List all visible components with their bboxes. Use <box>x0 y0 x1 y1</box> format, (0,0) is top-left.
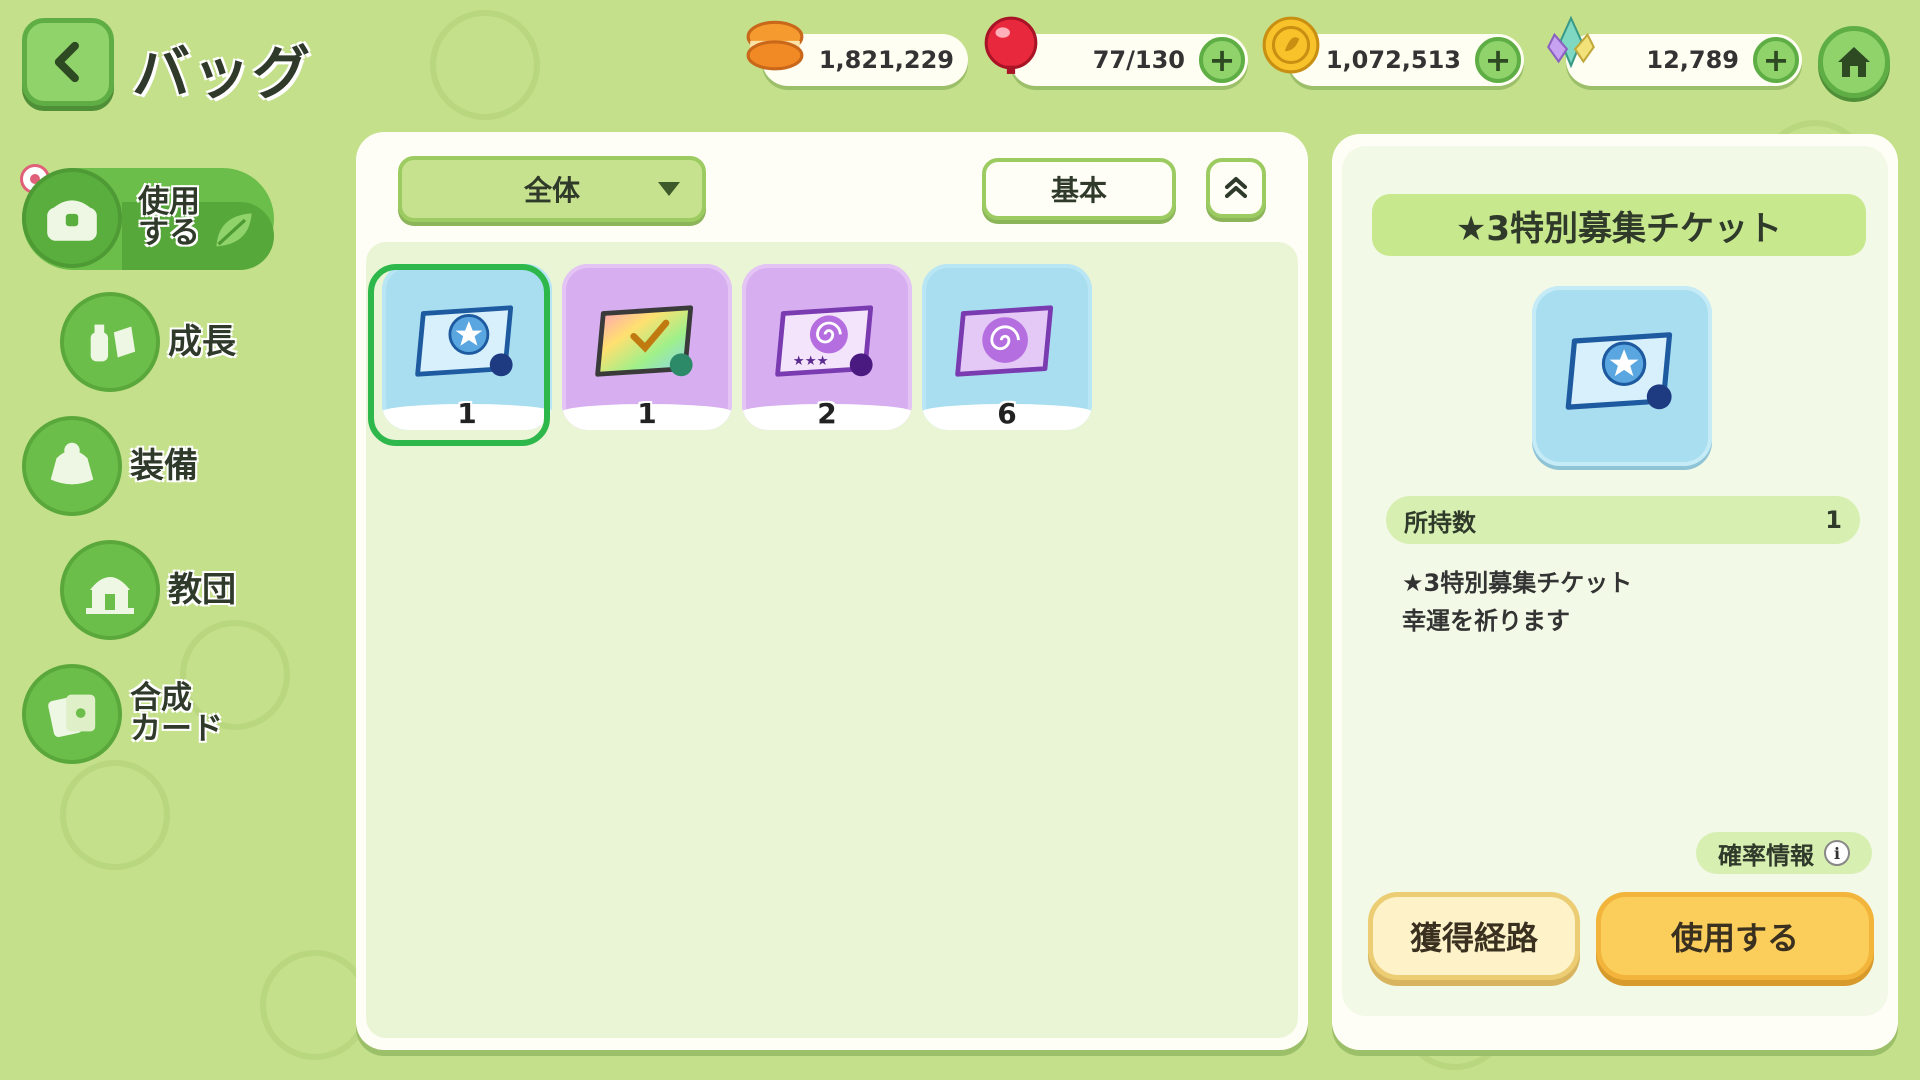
probability-info-button[interactable]: 確率情報 i <box>1696 832 1872 874</box>
detail-item-image <box>1532 286 1712 466</box>
info-icon: i <box>1824 840 1850 866</box>
selection-frame <box>368 264 550 446</box>
home-button[interactable] <box>1818 26 1890 98</box>
rainbow-ticket-icon <box>595 305 694 377</box>
sidebar-item-label: 使用 <box>138 184 200 220</box>
sidebar-item-label: 合成 <box>130 680 192 716</box>
owned-count-row: 所持数 1 <box>1386 496 1860 544</box>
item-count: 6 <box>997 397 1017 430</box>
back-arrow-icon <box>54 41 79 83</box>
potion-icon <box>60 292 160 392</box>
resource-gold: 1,072,513 + <box>1288 34 1524 86</box>
svg-text:★★★: ★★★ <box>793 354 829 369</box>
candy-icon <box>984 16 1038 74</box>
sort-button[interactable]: 基本 <box>982 158 1176 220</box>
sidebar-item-growth[interactable]: 成長 <box>60 292 236 392</box>
sidebar-item-use[interactable]: 使用 する <box>22 168 256 268</box>
star-ticket-icon <box>1565 332 1673 410</box>
sidebar-item-label: する <box>138 215 200 251</box>
item-description: ★3特別募集チケット 幸運を祈ります <box>1402 564 1852 640</box>
macaron-count: 1,821,229 <box>818 46 954 74</box>
gold-count: 1,072,513 <box>1325 46 1461 74</box>
add-stamina-button[interactable]: + <box>1199 37 1245 83</box>
spiral-star-ticket-icon: ★★★ <box>775 305 874 377</box>
page-title: バッグ <box>132 39 313 107</box>
description-line: 幸運を祈ります <box>1402 607 1570 635</box>
sidebar-item-label: 教団 <box>168 570 236 610</box>
resource-stamina: 77/130 + <box>1010 34 1248 86</box>
armor-icon <box>22 416 122 516</box>
stamina-count: 77/130 <box>1092 46 1185 74</box>
sidebar-item-church[interactable]: 教団 <box>60 540 236 640</box>
probability-label: 確率情報 <box>1718 841 1814 870</box>
temple-icon <box>60 540 160 640</box>
home-icon <box>1838 47 1870 77</box>
sort-label: 基本 <box>1050 174 1107 207</box>
spiral-ticket-icon <box>955 305 1054 377</box>
item-slot-rainbow-ticket[interactable]: 1 <box>562 264 732 430</box>
crystal-count: 12,789 <box>1646 46 1739 74</box>
use-item-button[interactable]: 使用する <box>1596 892 1874 980</box>
owned-label: 所持数 <box>1404 508 1476 537</box>
macaron-icon <box>746 20 804 71</box>
add-crystal-button[interactable]: + <box>1753 37 1799 83</box>
chest-icon <box>22 168 122 268</box>
item-slot-spiral-star-ticket[interactable]: ★★★ 2 <box>742 264 912 430</box>
item-count: 1 <box>637 397 657 430</box>
sidebar-item-label: 成長 <box>168 322 236 362</box>
sidebar-item-synthesis-card[interactable]: 合成 カード <box>22 664 223 764</box>
sidebar-item-label: カード <box>130 711 223 747</box>
item-slot-spiral-ticket[interactable]: 6 <box>922 264 1092 430</box>
double-chevron-up-icon <box>1225 177 1247 198</box>
crystal-icon <box>1547 15 1595 69</box>
item-count: 2 <box>817 397 837 430</box>
chevron-down-icon <box>658 182 680 196</box>
card-icon <box>22 664 122 764</box>
item-detail-panel: ★3特別募集チケット 所持数 1 ★3特別募集チケット 幸運を祈ります 確率情報… <box>1332 134 1898 1050</box>
leaf-icon <box>216 213 252 247</box>
sidebar-item-equipment[interactable]: 装備 <box>22 416 198 516</box>
owned-value: 1 <box>1825 506 1842 534</box>
sidebar-item-label: 装備 <box>130 446 198 486</box>
gold-coin-icon <box>1262 16 1320 74</box>
category-filter-dropdown[interactable]: 全体 <box>398 156 706 222</box>
acquisition-route-button[interactable]: 獲得経路 <box>1368 892 1580 980</box>
sort-order-button[interactable] <box>1206 158 1266 218</box>
back-button[interactable] <box>22 18 114 106</box>
description-line: ★3特別募集チケット <box>1402 569 1633 597</box>
add-gold-button[interactable]: + <box>1475 37 1521 83</box>
detail-title: ★3特別募集チケット <box>1372 194 1866 256</box>
filter-label: 全体 <box>523 174 580 207</box>
